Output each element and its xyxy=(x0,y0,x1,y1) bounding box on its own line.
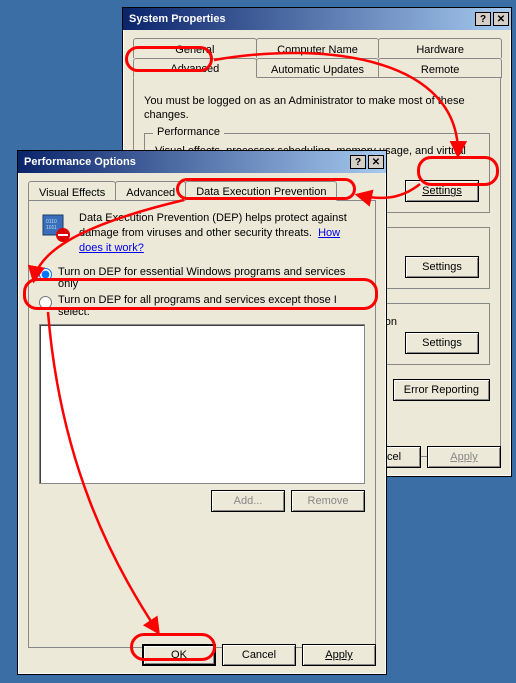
dep-radio-essential-input[interactable] xyxy=(39,268,52,281)
help-button[interactable]: ? xyxy=(475,12,491,26)
error-reporting-button[interactable]: Error Reporting xyxy=(393,379,490,401)
dep-radio-essential[interactable]: Turn on DEP for essential Windows progra… xyxy=(39,266,365,290)
tab-computer-name[interactable]: Computer Name xyxy=(256,38,380,58)
help-button[interactable]: ? xyxy=(350,155,366,169)
user-profiles-settings-button[interactable]: Settings xyxy=(405,256,479,278)
close-button[interactable]: ✕ xyxy=(493,12,509,26)
system-properties-title: System Properties xyxy=(129,13,226,25)
dep-remove-button[interactable]: Remove xyxy=(291,490,365,512)
tab-remote[interactable]: Remote xyxy=(378,58,502,78)
dep-radio-essential-label: Turn on DEP for essential Windows progra… xyxy=(58,266,365,290)
tab-dep[interactable]: Data Execution Prevention xyxy=(185,181,337,201)
performance-options-window: Performance Options ? ✕ Visual Effects A… xyxy=(17,150,387,675)
dep-radio-all[interactable]: Turn on DEP for all programs and service… xyxy=(39,294,365,318)
dep-add-button[interactable]: Add... xyxy=(211,490,285,512)
tab-visual-effects[interactable]: Visual Effects xyxy=(28,181,116,201)
system-properties-titlebar[interactable]: System Properties ? ✕ xyxy=(123,8,511,30)
perf-cancel-button[interactable]: Cancel xyxy=(222,644,296,666)
sysprops-apply-button[interactable]: Apply xyxy=(427,446,501,468)
dep-exception-list[interactable] xyxy=(39,324,365,484)
startup-settings-button[interactable]: Settings xyxy=(405,332,479,354)
performance-options-titlebar[interactable]: Performance Options ? ✕ xyxy=(18,151,386,173)
perf-ok-button[interactable]: OK xyxy=(142,644,216,666)
svg-text:1011: 1011 xyxy=(46,225,57,231)
close-button[interactable]: ✕ xyxy=(368,155,384,169)
performance-options-title: Performance Options xyxy=(24,156,136,168)
performance-legend: Performance xyxy=(153,126,224,138)
dep-radio-all-input[interactable] xyxy=(39,296,52,309)
tab-general[interactable]: General xyxy=(133,38,257,58)
dep-intro-text: Data Execution Prevention (DEP) helps pr… xyxy=(79,211,365,256)
tab-advanced[interactable]: Advanced xyxy=(133,58,257,78)
tab-automatic-updates[interactable]: Automatic Updates xyxy=(256,58,380,78)
dep-radio-all-label: Turn on DEP for all programs and service… xyxy=(58,294,365,318)
admin-note: You must be logged on as an Administrato… xyxy=(144,94,490,123)
tab-hardware[interactable]: Hardware xyxy=(378,38,502,58)
tab-perf-advanced[interactable]: Advanced xyxy=(115,181,186,201)
dep-chip-icon: 0110 1011 xyxy=(39,211,71,243)
dep-tab-panel: 0110 1011 Data Execution Prevention (DEP… xyxy=(28,200,376,648)
performance-settings-button[interactable]: Settings xyxy=(405,180,479,202)
perf-apply-button[interactable]: Apply xyxy=(302,644,376,666)
